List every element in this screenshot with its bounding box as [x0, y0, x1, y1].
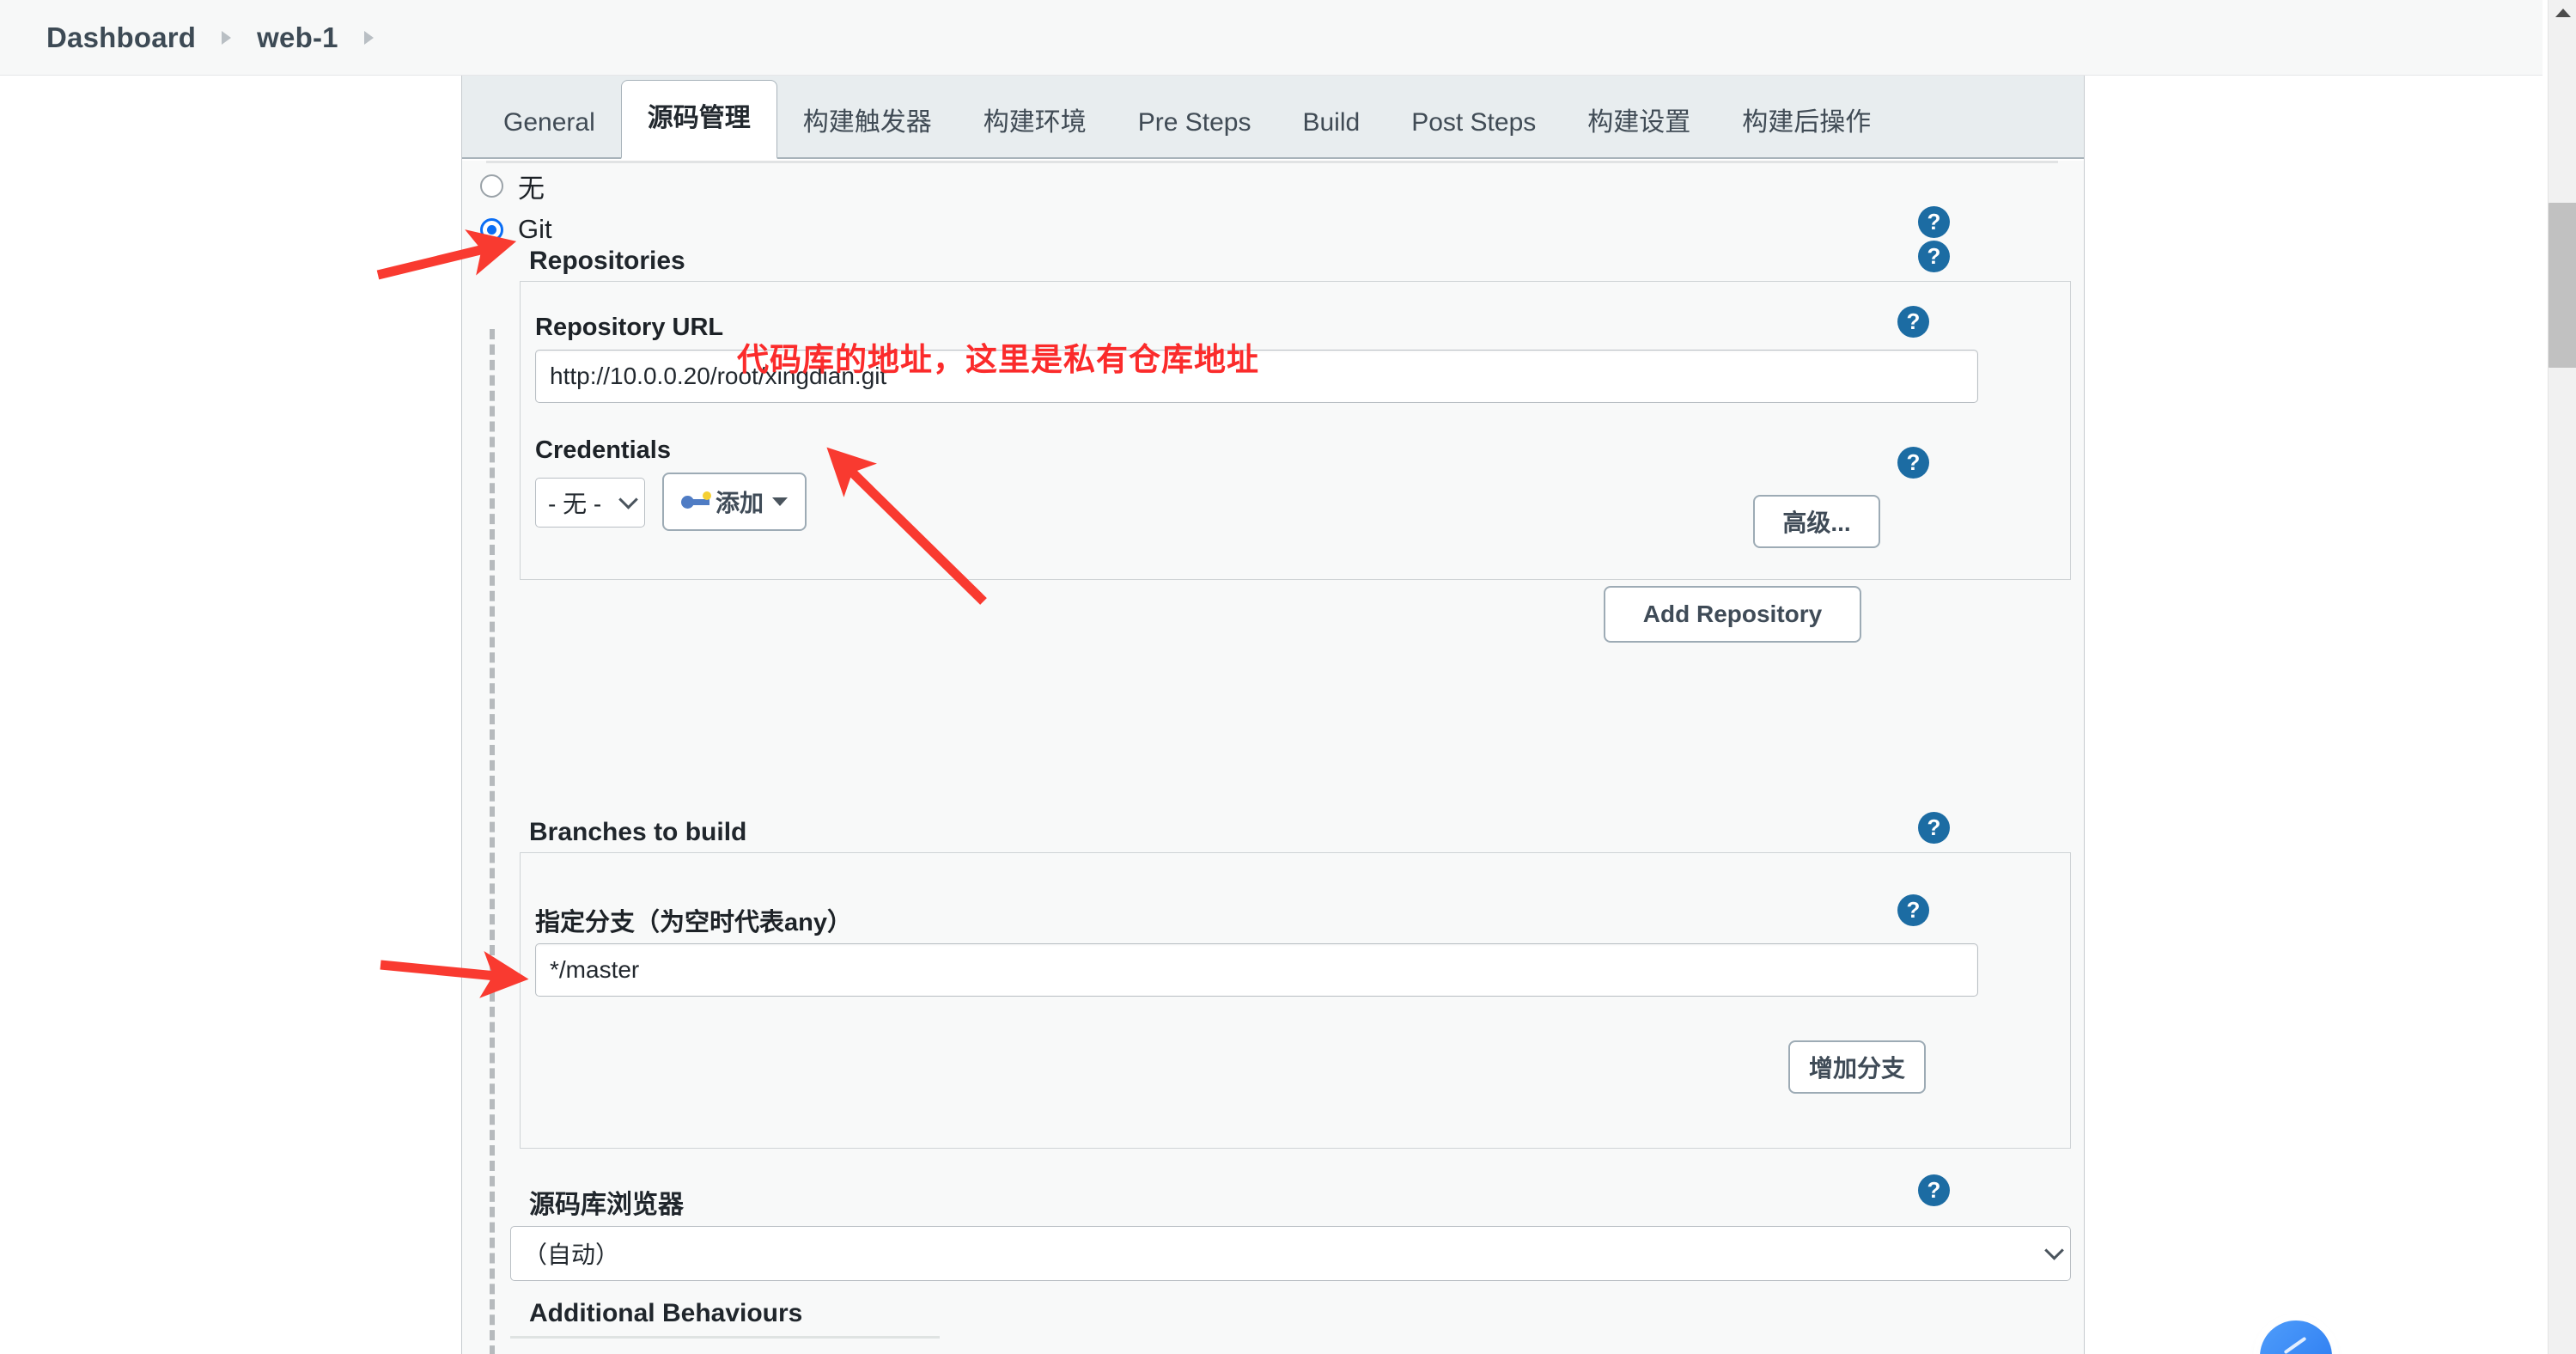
annotation-url-note: 代码库的地址，这里是私有仓库地址 — [737, 342, 1259, 377]
git-section-guide-line — [490, 329, 495, 1354]
advanced-button[interactable]: 高级... — [1753, 495, 1880, 548]
help-icon-branches[interactable]: ? — [1918, 812, 1950, 844]
app-root: Dashboard web-1 General 源码管理 构建触发器 构建环境 … — [0, 0, 2576, 1354]
tab-build[interactable]: Build — [1276, 88, 1385, 157]
chevron-down-icon — [2044, 1241, 2064, 1260]
help-icon-git[interactable]: ? — [1918, 206, 1950, 238]
credentials-select[interactable]: - 无 - — [535, 478, 645, 528]
repository-card: Repository URL ? Credentials ? - 无 - 添加 … — [520, 281, 2071, 580]
breadcrumb: Dashboard web-1 — [0, 0, 2543, 76]
tab-post-build-actions[interactable]: 构建后操作 — [1716, 88, 1897, 157]
repository-browser-select[interactable]: （自动） — [510, 1226, 2071, 1281]
key-icon — [680, 491, 711, 512]
help-icon-branch-specifier[interactable]: ? — [1897, 894, 1929, 926]
credentials-label: Credentials — [535, 436, 671, 464]
tab-post-steps[interactable]: Post Steps — [1385, 88, 1562, 157]
chevron-down-icon — [618, 490, 638, 509]
help-icon-credentials[interactable]: ? — [1897, 447, 1929, 479]
repositories-heading: Repositories — [529, 247, 685, 275]
add-repository-button[interactable]: Add Repository — [1604, 586, 1861, 643]
repository-browser-label: 源码库浏览器 — [529, 1191, 684, 1219]
tab-source-code-management[interactable]: 源码管理 — [620, 80, 777, 159]
breadcrumb-item-web-1[interactable]: web-1 — [257, 21, 338, 54]
radio-circle-selected-icon — [480, 217, 503, 241]
config-tab-bar: General 源码管理 构建触发器 构建环境 Pre Steps Build … — [462, 76, 2084, 159]
branch-specifier-input[interactable] — [535, 943, 1978, 997]
radio-scm-none[interactable]: 无 — [480, 167, 545, 205]
add-credentials-button[interactable]: 添加 — [662, 473, 807, 531]
branch-specifier-label: 指定分支（为空时代表any） — [535, 909, 852, 936]
repository-url-label: Repository URL — [535, 314, 724, 341]
additional-behaviours-divider — [510, 1336, 940, 1339]
breadcrumb-chevron-icon — [363, 30, 374, 45]
floating-help-button[interactable] — [2260, 1320, 2332, 1354]
breadcrumb-chevron-icon — [222, 30, 232, 45]
tab-build-settings[interactable]: 构建设置 — [1562, 88, 1716, 157]
help-icon-repositories[interactable]: ? — [1918, 241, 1950, 272]
form-top-divider — [486, 161, 2058, 163]
additional-behaviours-heading: Additional Behaviours — [529, 1299, 803, 1327]
help-icon-repository-url[interactable]: ? — [1897, 306, 1929, 338]
page-scrollbar[interactable] — [2548, 0, 2576, 1354]
breadcrumb-item-dashboard[interactable]: Dashboard — [46, 21, 196, 54]
scroll-up-arrow-icon[interactable] — [2555, 9, 2571, 17]
chevron-down-icon — [772, 497, 788, 506]
radio-circle-icon — [480, 174, 503, 198]
scrollbar-thumb[interactable] — [2549, 203, 2576, 368]
repository-browser-value: （自动） — [523, 1241, 620, 1268]
radio-scm-git-label: Git — [518, 214, 552, 244]
scm-form: 无 Git ? Repositories ? Repository URL ? … — [462, 161, 2084, 1354]
add-branch-button[interactable]: 增加分支 — [1788, 1040, 1926, 1094]
add-credentials-label: 添加 — [715, 490, 764, 516]
branches-to-build-heading: Branches to build — [529, 818, 747, 846]
help-icon-repository-browser[interactable]: ? — [1918, 1174, 1950, 1206]
radio-scm-git[interactable]: Git — [480, 214, 552, 245]
radio-scm-none-label: 无 — [518, 174, 545, 204]
tab-build-triggers[interactable]: 构建触发器 — [777, 88, 958, 157]
branch-card: 指定分支（为空时代表any） ? 增加分支 — [520, 852, 2071, 1149]
credentials-select-value: - 无 - — [548, 491, 602, 517]
tab-general[interactable]: General — [478, 88, 621, 157]
job-config-panel: General 源码管理 构建触发器 构建环境 Pre Steps Build … — [461, 76, 2085, 1354]
tab-pre-steps[interactable]: Pre Steps — [1112, 88, 1277, 157]
tab-build-environment[interactable]: 构建环境 — [958, 88, 1112, 157]
